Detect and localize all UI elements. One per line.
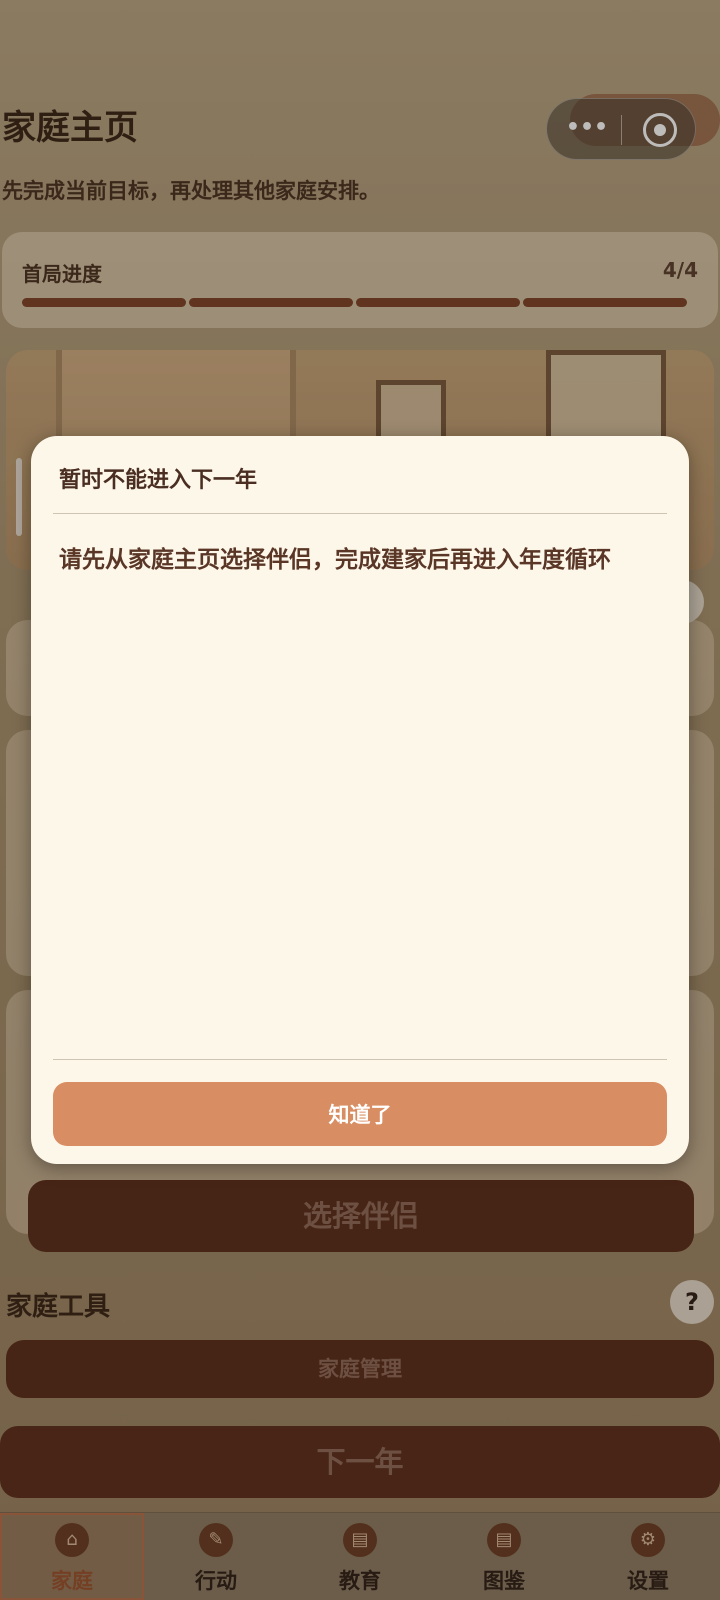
dialog-message: 请先从家庭主页选择伴侣，完成建家后再进入年度循环 — [59, 547, 611, 573]
dialog-divider — [53, 1059, 667, 1060]
confirm-button[interactable]: 知道了 — [53, 1082, 667, 1146]
alert-dialog: 暂时不能进入下一年 请先从家庭主页选择伴侣，完成建家后再进入年度循环 知道了 — [31, 436, 689, 1164]
dialog-divider — [53, 513, 667, 514]
dialog-title: 暂时不能进入下一年 — [59, 468, 258, 493]
